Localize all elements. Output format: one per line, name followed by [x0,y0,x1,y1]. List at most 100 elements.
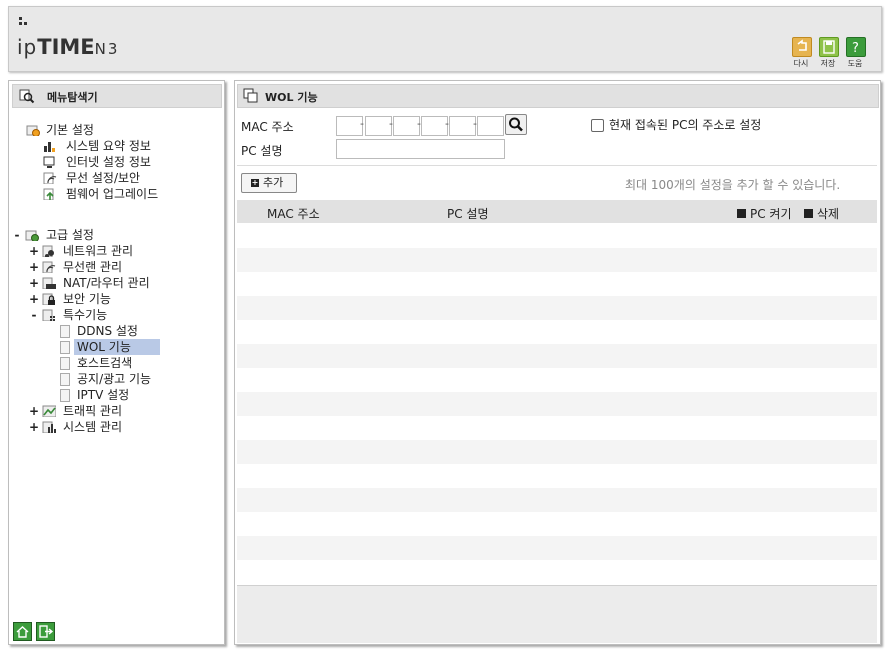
table-row [237,224,877,248]
monitor-icon [43,156,55,168]
menu-explorer-panel: 메뉴탐색기 기본 설정 시스템 요약 정보 인터넷 설정 정보 무선 설정/보안… [8,80,225,645]
table-row [237,272,877,296]
pc-description-input[interactable] [336,139,505,159]
tree-advanced-settings-label: 고급 설정 [46,228,94,242]
pc-description-label: PC 설명 [241,144,283,158]
logout-icon [39,625,54,638]
delete-icon [804,209,813,218]
logout-button[interactable] [36,622,55,641]
table-row [237,248,877,272]
column-mac: MAC 주소 [267,207,320,221]
header-bar: ipTIMEN3 다시 저장 ? 도움 [8,6,882,72]
help-button[interactable]: ? [846,37,866,57]
expand-toggle[interactable]: + [29,275,39,291]
expand-toggle[interactable]: + [29,419,39,435]
mac-search-button[interactable] [505,114,527,135]
expand-toggle[interactable]: + [29,259,39,275]
page-icon [60,389,70,402]
menu-dots-icon [19,17,29,27]
collapse-toggle[interactable]: - [12,227,22,243]
wol-panel-header: WOL 기능 [237,84,879,108]
collapse-toggle[interactable]: - [29,307,39,323]
add-button-label: 추가 [263,176,284,189]
bar-chart-icon [44,142,55,152]
tree-basic-settings-label: 기본 설정 [46,123,94,137]
tree-security-label: 보안 기능 [63,292,111,306]
save-button[interactable] [819,37,839,57]
divider [237,165,877,166]
table-row [237,296,877,320]
table-header: MAC 주소 PC 설명 PC 켜기 삭제 [237,200,877,223]
save-icon [823,40,835,54]
page-icon [60,373,70,386]
lock-icon [42,293,55,305]
tree-wireless-security-label: 무선 설정/보안 [66,171,141,185]
mac-separator: - [360,117,364,130]
folder-gear-icon [26,125,40,136]
limit-note: 최대 100개의 설정을 추가 할 수 있습니다. [625,178,841,192]
upgrade-icon [43,188,54,200]
special-functions-icon [42,309,55,321]
table-row [237,488,877,512]
tree-nat-router-management-label: NAT/라우터 관리 [63,276,150,290]
table-row [237,320,877,344]
traffic-icon [42,405,56,417]
mac-octet-5-input[interactable] [449,116,476,136]
menu-explorer-header: 메뉴탐색기 [12,84,222,108]
wol-panel: WOL 기능 MAC 주소 - - - - - 현재 접속된 PC의 주소로 설… [234,80,881,645]
tree-system-summary-label: 시스템 요약 정보 [66,139,151,153]
tree-wol-label: WOL 기능 [74,339,160,355]
table-row [237,440,877,464]
magnifier-icon [19,89,35,104]
page-icon [60,341,70,354]
undo-label: 다시 [793,59,809,68]
add-button[interactable]: + 추가 [241,173,297,193]
table-row [237,560,877,584]
page-title: WOL 기능 [265,91,318,104]
panel-footer [237,585,877,643]
wireless-icon [42,261,56,273]
home-button[interactable] [13,622,32,641]
folder-gear-icon [25,230,39,241]
mac-octet-3-input[interactable] [393,116,420,136]
home-icon [16,626,29,638]
tree-iptv-label: IPTV 설정 [77,388,130,402]
mac-address-label: MAC 주소 [241,120,294,134]
use-current-pc-label: 현재 접속된 PC의 주소로 설정 [609,118,762,132]
network-icon [42,245,54,257]
table-row [237,464,877,488]
tree-firmware-upgrade-label: 펌웨어 업그레이드 [66,187,159,201]
undo-button[interactable] [792,37,812,57]
tree-host-search-label: 호스트검색 [77,356,133,370]
help-icon: ? [852,41,859,56]
page-icon [60,325,70,338]
mac-octet-4-input[interactable] [421,116,448,136]
tree-wlan-management-label: 무선랜 관리 [63,260,123,274]
tree-notice-ad-label: 공지/광고 기능 [77,372,152,386]
table-row [237,416,877,440]
window-icon [243,88,258,103]
plus-icon: + [251,178,259,187]
iptime-logo: ipTIMEN3 [17,35,120,59]
svg-text:?: ? [852,41,859,56]
expand-toggle[interactable]: + [29,403,39,419]
table-row [237,536,877,560]
mac-octet-1-input[interactable] [336,116,363,136]
use-current-pc-checkbox[interactable] [591,119,604,132]
table-row [237,368,877,392]
expand-toggle[interactable]: + [29,243,39,259]
table-row [237,344,877,368]
mac-octet-6-input[interactable] [477,116,504,136]
router-icon [42,277,56,289]
undo-icon [797,39,807,51]
mac-octet-2-input[interactable] [365,116,392,136]
table-row [237,392,877,416]
expand-toggle[interactable]: + [29,291,39,307]
wireless-icon [43,172,57,184]
tree-special-functions-label: 특수기능 [63,308,108,322]
tree-network-management-label: 네트워크 관리 [63,244,134,258]
tree-traffic-management-label: 트래픽 관리 [63,404,123,418]
table-row [237,512,877,536]
page-icon [60,357,70,370]
help-label: 도움 [847,59,863,68]
